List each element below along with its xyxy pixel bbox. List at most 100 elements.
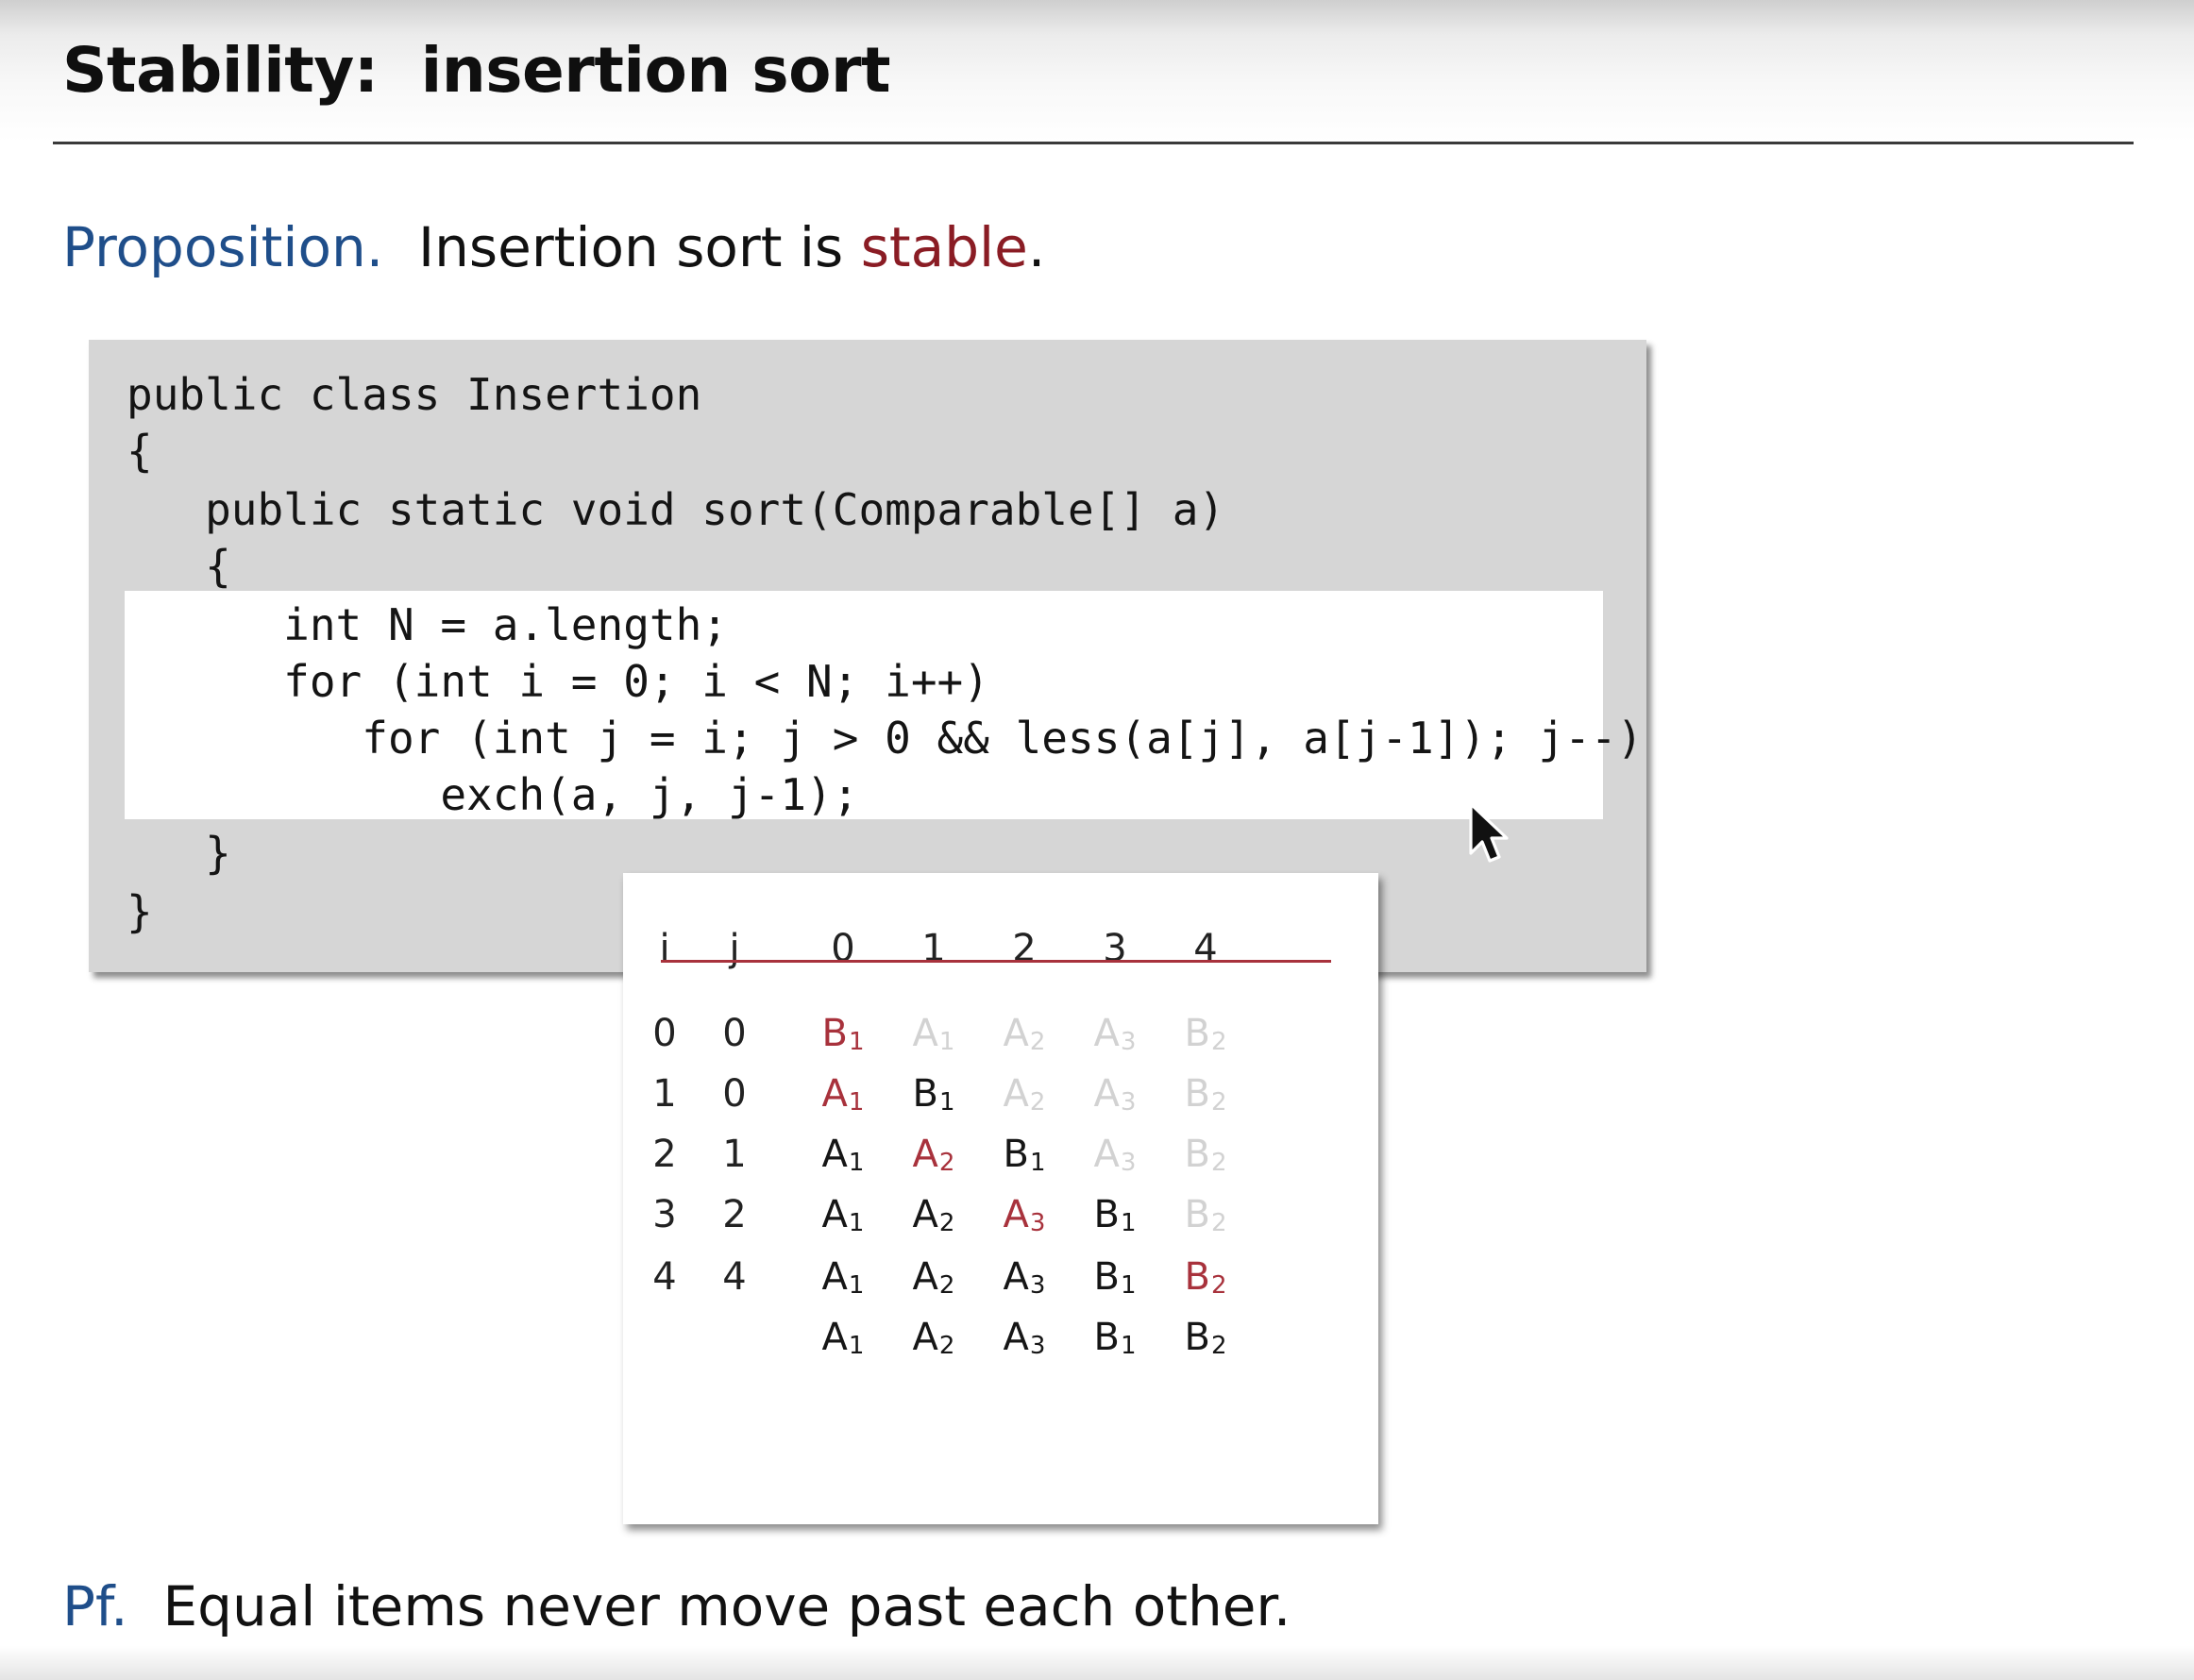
item-letter: A: [1093, 1072, 1120, 1116]
proposition-line: Proposition. Insertion sort is stable.: [62, 215, 1045, 279]
item-subscript: 2: [1210, 1209, 1227, 1237]
item-letter: A: [821, 1193, 848, 1236]
item-letter: A: [1003, 1072, 1029, 1116]
item-subscript: 2: [938, 1271, 955, 1300]
item-subscript: 1: [848, 1149, 865, 1177]
item-subscript: 1: [848, 1028, 865, 1056]
header-cell-i: i: [659, 927, 670, 970]
item-letter: A: [1093, 1012, 1120, 1055]
item-subscript: 1: [938, 1088, 955, 1117]
trace-cell-item: B1: [901, 1066, 967, 1122]
header-cell-1: 1: [921, 927, 946, 970]
item-letter: A: [912, 1193, 938, 1236]
item-subscript: 2: [1210, 1028, 1227, 1056]
trace-cell-item: B2: [1173, 1005, 1239, 1062]
code-line: for (int i = 0; i < N; i++): [127, 656, 989, 707]
trace-cell-i: 2: [652, 1133, 677, 1176]
item-letter: A: [821, 1255, 848, 1299]
item-subscript: 1: [938, 1028, 955, 1056]
header-divider: [661, 960, 1331, 963]
code-line: for (int j = i; j > 0 && less(a[j], a[j-…: [127, 713, 1644, 764]
item-subscript: 1: [1029, 1149, 1046, 1177]
item-subscript: 3: [1029, 1271, 1046, 1300]
item-subscript: 1: [848, 1332, 865, 1360]
item-subscript: 1: [1120, 1209, 1137, 1237]
item-subscript: 1: [848, 1209, 865, 1237]
trace-cell-item: B1: [810, 1005, 876, 1062]
title-divider: [53, 142, 2134, 144]
trace-cell-item: A2: [901, 1249, 967, 1305]
trace-cell-item: A2: [991, 1066, 1057, 1122]
item-subscript: 2: [1029, 1028, 1046, 1056]
trace-cell-item: A1: [810, 1126, 876, 1183]
proposition-label: Proposition.: [62, 215, 384, 279]
trace-cell-item: B1: [1082, 1309, 1148, 1366]
trace-cell-item: B2: [1173, 1186, 1239, 1243]
proposition-period: .: [1027, 215, 1046, 279]
item-subscript: 1: [848, 1088, 865, 1117]
item-subscript: 2: [1210, 1332, 1227, 1360]
trace-cell-item: B2: [1173, 1249, 1239, 1305]
trace-cell-item: B1: [991, 1126, 1057, 1183]
trace-cell-item: B2: [1173, 1066, 1239, 1122]
trace-cell-item: A2: [991, 1005, 1057, 1062]
header-cell-0: 0: [831, 927, 855, 970]
item-subscript: 2: [938, 1209, 955, 1237]
item-subscript: 3: [1029, 1209, 1046, 1237]
item-letter: A: [912, 1316, 938, 1359]
bottom-background-band: [0, 1646, 2194, 1680]
trace-table: i j 0 1 2 3 4 0 0 B1 A1 A2 A3 B2 1 0 A1 B1 A2 A3 B2 2 1…: [623, 873, 1378, 1524]
item-letter: A: [821, 1316, 848, 1359]
item-letter: B: [1184, 1316, 1210, 1359]
trace-cell-item: A2: [901, 1186, 967, 1243]
proposition-text: Insertion sort is: [383, 215, 861, 279]
item-letter: B: [1184, 1193, 1210, 1236]
trace-cell-item: A3: [991, 1186, 1057, 1243]
trace-cell-i: 3: [652, 1193, 677, 1236]
trace-cell-j: 0: [722, 1072, 747, 1116]
item-letter: B: [1184, 1012, 1210, 1055]
code-line: }: [127, 886, 153, 937]
code-line: {: [127, 541, 231, 592]
proposition-emphasis: stable: [860, 215, 1028, 279]
trace-cell-j: 0: [722, 1012, 747, 1055]
trace-cell-item: A1: [810, 1186, 876, 1243]
item-letter: B: [1184, 1133, 1210, 1176]
code-line: public static void sort(Comparable[] a): [127, 484, 1225, 535]
trace-cell-i: 1: [652, 1072, 677, 1116]
slide-title: Stability: insertion sort: [62, 34, 891, 107]
item-letter: A: [1003, 1255, 1029, 1299]
trace-cell-item: A1: [810, 1309, 876, 1366]
item-letter: A: [1003, 1193, 1029, 1236]
item-subscript: 2: [1029, 1088, 1046, 1117]
trace-cell-item: A3: [1082, 1066, 1148, 1122]
trace-cell-j: 1: [722, 1133, 747, 1176]
code-line: int N = a.length;: [127, 599, 728, 650]
item-subscript: 1: [1120, 1332, 1137, 1360]
trace-cell-item: B2: [1173, 1309, 1239, 1366]
trace-cell-i: 0: [652, 1012, 677, 1055]
header-cell-3: 3: [1103, 927, 1127, 970]
proof-label: Pf.: [62, 1574, 128, 1638]
trace-cell-j: 2: [722, 1193, 747, 1236]
trace-cell-item: A2: [901, 1309, 967, 1366]
item-subscript: 3: [1120, 1028, 1137, 1056]
item-letter: A: [912, 1012, 938, 1055]
item-subscript: 2: [938, 1149, 955, 1177]
trace-cell-item: B1: [1082, 1249, 1148, 1305]
mouse-pointer-arrow-icon: [1469, 802, 1509, 863]
header-cell-j: j: [729, 927, 740, 970]
item-subscript: 1: [1120, 1271, 1137, 1300]
item-letter: B: [1003, 1133, 1029, 1176]
trace-cell-item: A3: [991, 1309, 1057, 1366]
trace-cell-item: A3: [1082, 1126, 1148, 1183]
trace-cell-item: B1: [1082, 1186, 1148, 1243]
item-letter: B: [1184, 1255, 1210, 1299]
item-letter: A: [912, 1255, 938, 1299]
code-line: public class Insertion: [127, 369, 702, 420]
item-letter: A: [1003, 1012, 1029, 1055]
item-subscript: 2: [1210, 1149, 1227, 1177]
trace-cell-i: [632, 1309, 698, 1366]
trace-cell-item: A1: [810, 1249, 876, 1305]
code-line: }: [127, 828, 231, 879]
